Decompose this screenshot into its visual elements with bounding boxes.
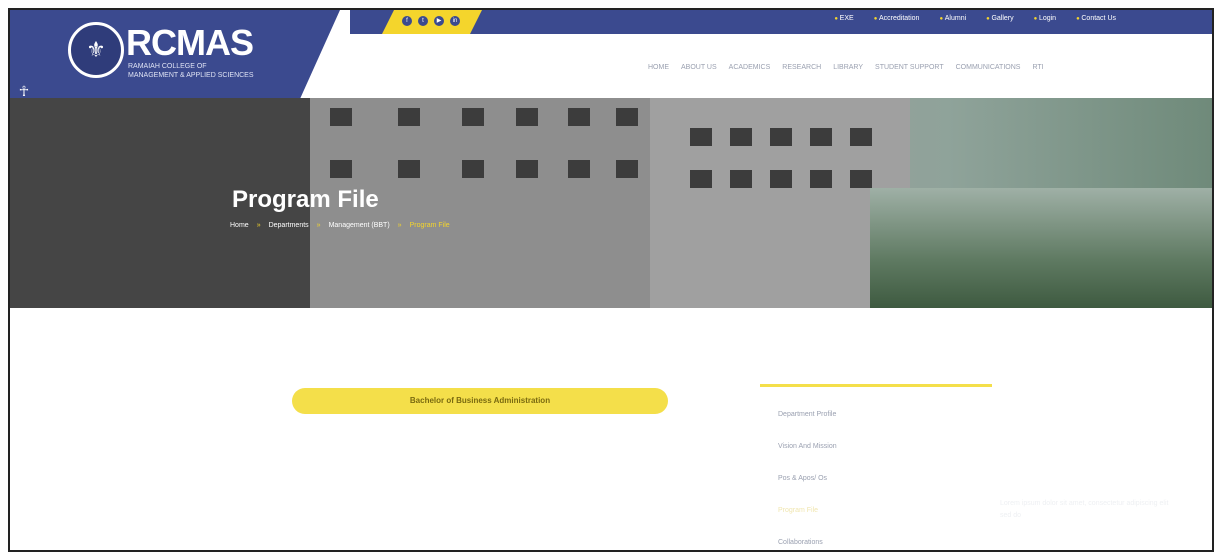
site-header: ⚜ RCMAS RAMAIAH COLLEGE OF MANAGEMENT & … (10, 10, 1212, 102)
breadcrumb-item[interactable]: Home (230, 222, 249, 229)
breadcrumb-separator: » (397, 222, 402, 229)
sidebar-item-pos[interactable]: Pos & Apos/ Os (778, 472, 837, 504)
breadcrumb: Home » Departments » Management (BBT) » … (230, 222, 450, 229)
social-icons: f t ▶ in (402, 16, 460, 26)
sidebar-item-department-profile[interactable]: Department Profile (778, 408, 837, 440)
youtube-icon[interactable]: ▶ (434, 16, 444, 26)
top-link[interactable]: Login (1034, 15, 1056, 22)
linkedin-icon[interactable]: in (450, 16, 460, 26)
top-link[interactable]: Alumni (939, 15, 966, 22)
browser-frame: ⚜ RCMAS RAMAIAH COLLEGE OF MANAGEMENT & … (8, 8, 1214, 552)
nav-item[interactable]: STUDENT SUPPORT (875, 64, 944, 71)
sidebar-item-program-file[interactable]: Program File (778, 504, 837, 536)
twitter-icon[interactable]: t (418, 16, 428, 26)
sidebar-item-vision-mission[interactable]: Vision And Mission (778, 440, 837, 472)
breadcrumb-item[interactable]: Management (BBT) (329, 222, 390, 229)
breadcrumb-separator: » (256, 222, 261, 229)
facebook-icon[interactable]: f (402, 16, 412, 26)
logo-text[interactable]: RCMAS (126, 22, 254, 64)
logo-subtitle: RAMAIAH COLLEGE OF MANAGEMENT & APPLIED … (128, 63, 254, 79)
program-button[interactable]: Bachelor of Business Administration (292, 388, 668, 414)
hero-banner: Program File Home » Departments » Manage… (10, 98, 1212, 308)
nav-item[interactable]: RTI (1032, 64, 1043, 71)
breadcrumb-current: Program File (409, 222, 450, 229)
nav-item[interactable]: COMMUNICATIONS (956, 64, 1021, 71)
nav-item[interactable]: ACADEMICS (729, 64, 771, 71)
department-sidebar: Department Profile Vision And Mission Po… (778, 408, 837, 550)
sidebar-accent-line (760, 384, 992, 387)
nav-item[interactable]: LIBRARY (833, 64, 863, 71)
nav-item[interactable]: HOME (648, 64, 669, 71)
breadcrumb-separator: » (316, 222, 321, 229)
top-link[interactable]: Accreditation (874, 15, 919, 22)
breadcrumb-item[interactable]: Departments (269, 222, 309, 229)
faint-side-note: Lorem ipsum dolor sit amet, consectetur … (1000, 500, 1169, 519)
page-title: Program File (232, 186, 379, 213)
trees-background (870, 188, 1212, 308)
college-emblem-icon[interactable]: ⚜ (68, 22, 124, 78)
nav-item[interactable]: RESEARCH (782, 64, 821, 71)
top-link[interactable]: EXE (834, 15, 854, 22)
top-links: EXE Accreditation Alumni Gallery Login C… (834, 15, 1116, 22)
top-link[interactable]: Contact Us (1076, 15, 1116, 22)
sidebar-item-collaborations[interactable]: Collaborations (778, 536, 837, 550)
nav-item[interactable]: ABOUT US (681, 64, 717, 71)
top-link[interactable]: Gallery (986, 15, 1013, 22)
main-nav: HOME ABOUT US ACADEMICS RESEARCH LIBRARY… (648, 64, 1044, 71)
